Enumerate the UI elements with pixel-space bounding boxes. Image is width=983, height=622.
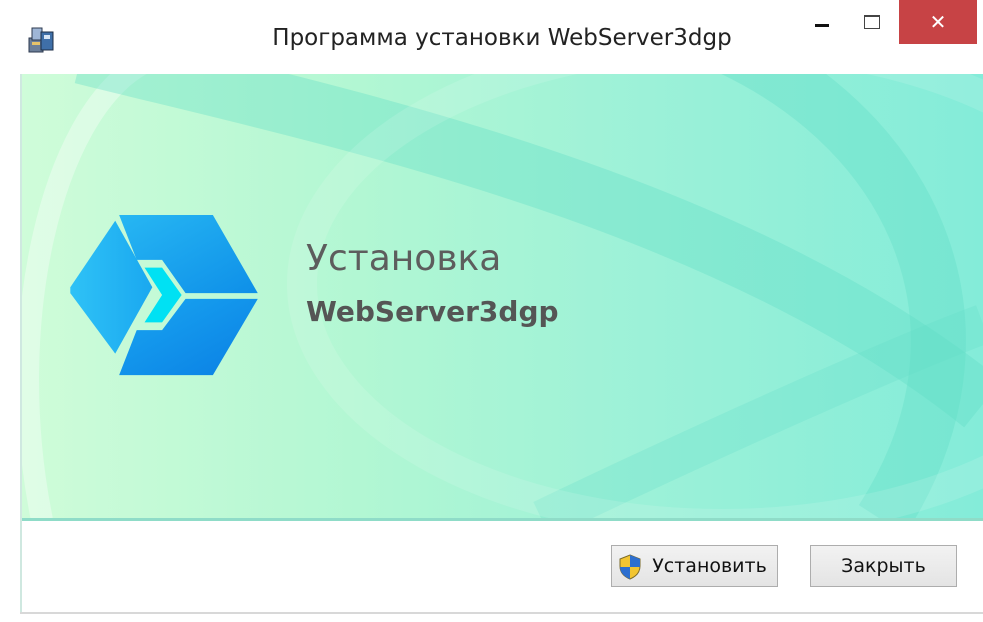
heading-product-name: WebServer3dgp	[306, 295, 559, 328]
window-frame-bottom	[20, 612, 983, 614]
install-button[interactable]: Установить	[611, 545, 778, 587]
minimize-icon	[815, 23, 829, 27]
install-button-label: Установить	[652, 555, 767, 577]
close-button-label: Закрыть	[841, 555, 926, 577]
minimize-button[interactable]	[798, 0, 846, 44]
banner: Установка WebServer3dgp	[22, 74, 983, 520]
installer-window: Программа установки WebServer3dgp ✕ Уста…	[0, 0, 983, 622]
close-button[interactable]: Закрыть	[810, 545, 957, 587]
maximize-button[interactable]	[848, 0, 896, 44]
close-icon: ✕	[929, 10, 947, 34]
maximize-icon	[864, 15, 880, 29]
hexagon-logo-icon	[70, 214, 258, 376]
title-bar[interactable]: Программа установки WebServer3dgp ✕	[0, 0, 983, 74]
uac-shield-icon	[619, 554, 641, 580]
close-window-button[interactable]: ✕	[899, 0, 977, 44]
heading-install: Установка	[306, 238, 502, 279]
